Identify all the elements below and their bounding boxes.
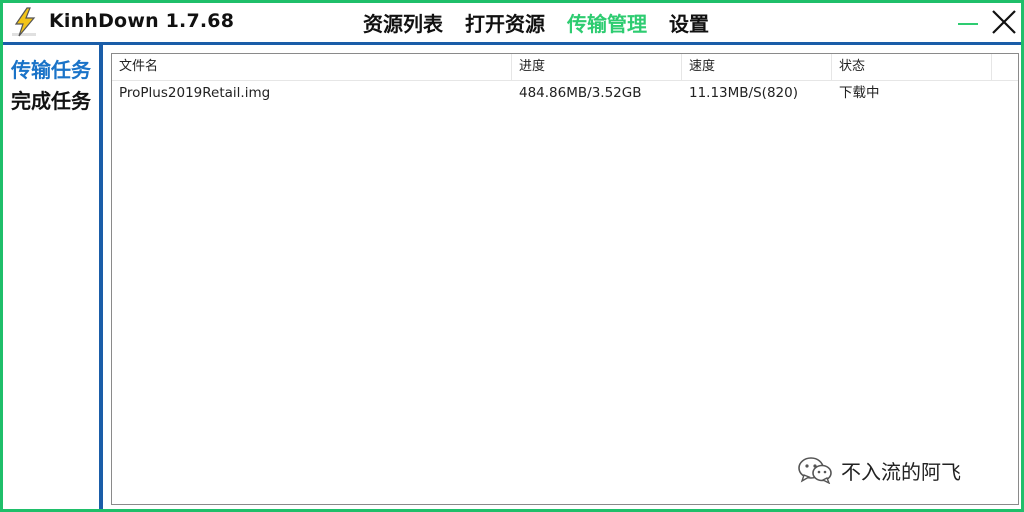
lightning-bolt-icon [9,6,41,38]
minimize-icon[interactable] [955,11,981,35]
sidebar-separator [99,45,103,509]
table-header: 文件名 进度 速度 状态 [112,54,1018,81]
table-row[interactable]: ProPlus2019Retail.img 484.86MB/3.52GB 11… [112,81,1018,105]
column-header-status[interactable]: 状态 [832,54,992,80]
wechat-icon [797,456,833,485]
close-icon[interactable] [989,7,1019,37]
cell-progress: 484.86MB/3.52GB [519,85,642,101]
transfer-table: 文件名 进度 速度 状态 ProPlus2019Retail.img 484.8… [111,53,1019,505]
cell-speed: 11.13MB/S(820) [689,85,798,101]
column-header-filename[interactable]: 文件名 [112,54,512,80]
column-header-speed[interactable]: 速度 [682,54,832,80]
title-separator [3,42,1021,45]
top-nav: 资源列表 打开资源 传输管理 设置 [363,9,709,39]
nav-transfer-manager[interactable]: 传输管理 [567,9,647,39]
watermark: 不入流的阿飞 [797,455,961,485]
nav-settings[interactable]: 设置 [669,9,709,39]
cell-filename: ProPlus2019Retail.img [119,85,271,101]
title-bar: KinhDown 1.7.68 资源列表 打开资源 传输管理 设置 [3,3,1021,42]
app-title: KinhDown 1.7.68 [49,10,235,32]
nav-resource-list[interactable]: 资源列表 [363,9,443,39]
app-window: KinhDown 1.7.68 资源列表 打开资源 传输管理 设置 传输任务 完… [0,0,1024,512]
sidebar-item-completed-tasks[interactable]: 完成任务 [11,85,91,114]
column-header-progress[interactable]: 进度 [512,54,682,80]
cell-status: 下载中 [839,85,880,101]
sidebar: 传输任务 完成任务 [3,45,99,509]
watermark-text: 不入流的阿飞 [841,459,961,484]
sidebar-item-transfer-tasks[interactable]: 传输任务 [11,54,91,83]
nav-open-resource[interactable]: 打开资源 [465,9,545,39]
